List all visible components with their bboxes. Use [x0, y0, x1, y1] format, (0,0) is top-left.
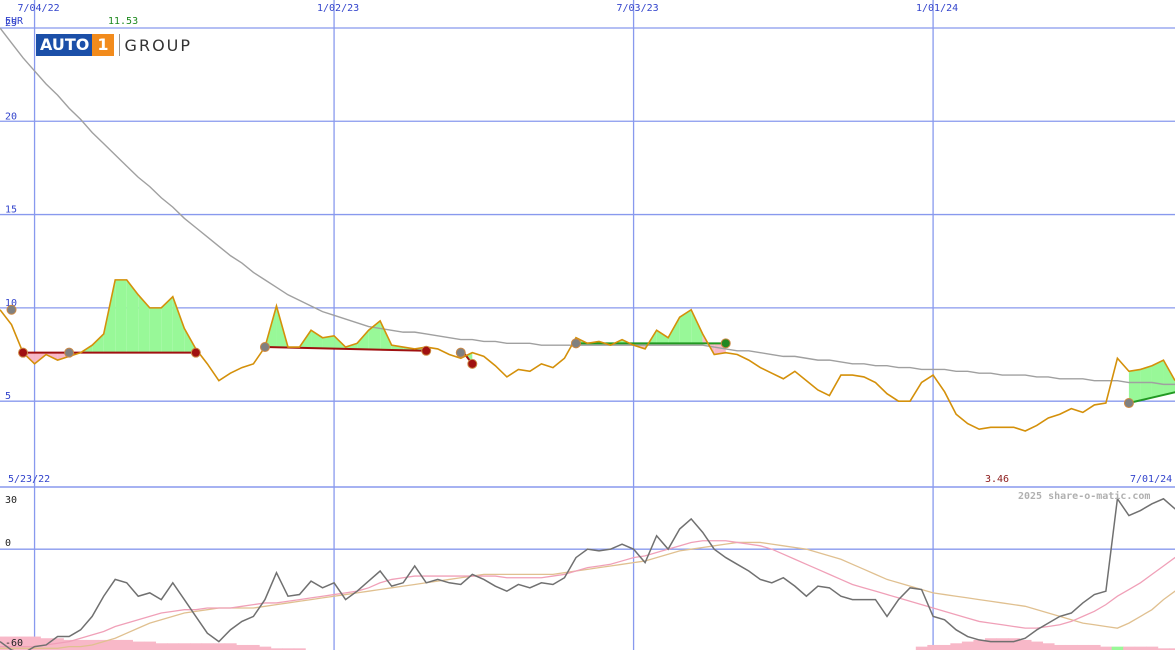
histogram-bar-99: [1134, 646, 1147, 650]
logo-word: AUTO: [36, 34, 93, 56]
histogram-bar-21: [236, 644, 249, 650]
signal-marker-6: [455, 347, 466, 358]
histogram-bar-18: [201, 643, 214, 650]
histogram-bar-90: [1031, 641, 1044, 650]
histogram-bar-13: [143, 641, 157, 650]
price-tick-label-15: 15: [5, 205, 17, 216]
histogram-bar-15: [167, 643, 180, 650]
histogram-bar-91: [1042, 643, 1055, 650]
histogram-bar-10: [109, 639, 122, 650]
signal-marker-9: [720, 338, 731, 349]
start-date-label: 5/23/22: [8, 474, 51, 485]
histogram-bar-93: [1065, 644, 1078, 650]
chart-svg: 5101520257/04/22 1/02/23 7/03/23 1/01/24300…: [0, 0, 1175, 654]
signal-marker-4: [259, 342, 270, 353]
signal-marker-0: [6, 304, 17, 315]
histogram-bar-12: [132, 641, 145, 650]
histogram-bar-84: [961, 641, 974, 650]
date-tick-label-1: 1/02/23: [317, 3, 359, 14]
histogram-bar-11: [120, 639, 133, 650]
company-logo: AUTO 1 GROUP: [36, 33, 192, 57]
histogram-bar-23: [259, 646, 272, 650]
signal-marker-7: [467, 358, 478, 369]
oscillator-oscillator-line: [0, 496, 1175, 654]
histogram-bar-22: [247, 644, 260, 650]
histogram-bar-96: [1100, 646, 1113, 650]
signal-marker-3: [190, 347, 201, 358]
oscillator-tick-label-30: 30: [5, 495, 17, 506]
price-tick-label-20: 20: [5, 111, 17, 122]
low-value-label: 3.46: [985, 474, 1010, 485]
trend-fill-1-27: [311, 330, 323, 349]
trend-fill-0-14: [161, 296, 173, 353]
signal-marker-1: [18, 347, 29, 358]
price-line: [0, 279, 1175, 432]
histogram-bar-81: [927, 644, 940, 650]
histogram-bar-98: [1123, 646, 1136, 650]
histogram-bar-95: [1088, 644, 1101, 650]
histogram-bar-92: [1054, 644, 1067, 650]
histogram-bar-97: [1111, 646, 1124, 650]
end-date-label: 7/01/24: [1130, 474, 1173, 485]
histogram-bar-20: [224, 643, 237, 650]
trend-fill-0-13: [149, 307, 162, 353]
histogram-bar-14: [155, 643, 168, 650]
signal-marker-2: [64, 347, 75, 358]
oscillator-tick-label-0: 0: [5, 538, 11, 549]
currency-label: EUR: [5, 16, 24, 27]
chart-area: 5 10 15 20 25 7/04/22 1/02/23 7/03/23 1/01/24 30 0…: [0, 0, 1175, 654]
histogram-bar-85: [973, 639, 986, 650]
histogram-bar-80: [915, 646, 928, 650]
histogram-bar-82: [938, 644, 951, 650]
date-tick-label-3: 1/01/24: [916, 3, 958, 14]
histogram-bar-16: [178, 643, 191, 650]
trend-fill-4-98: [1128, 369, 1141, 404]
price-tick-label-5: 5: [5, 391, 11, 402]
oscillator-average-slow-line: [0, 541, 1175, 649]
peak-value-label: 11.53: [108, 16, 139, 27]
histogram-bar-7: [74, 639, 87, 650]
histogram-bar-17: [190, 643, 203, 650]
histogram-bar-87: [996, 638, 1009, 650]
signal-marker-5: [421, 345, 432, 356]
histogram-bar-89: [1019, 639, 1032, 650]
signal-marker-10: [1123, 398, 1134, 409]
trend-fill-0-12: [138, 294, 150, 353]
histogram-bar-86: [984, 638, 997, 650]
logo-group-text: GROUP: [124, 35, 193, 55]
logo-digit: 1: [92, 34, 114, 56]
trend-fill-0-10: [115, 279, 127, 353]
trend-fill-3-59: [679, 309, 692, 344]
histogram-bar-83: [950, 643, 963, 650]
trend-fill-0-11: [126, 279, 139, 353]
oscillator-average-fast-line: [0, 540, 1175, 648]
histogram-bar-100: [1146, 646, 1159, 650]
histogram-bar-19: [213, 643, 226, 650]
signal-marker-8: [570, 338, 581, 349]
date-tick-label-2: 7/03/23: [617, 3, 659, 14]
date-tick-label-0: 7/04/22: [17, 3, 59, 14]
logo-separator: [118, 34, 120, 56]
watermark: 2025 share-o-matic.com: [1018, 491, 1151, 502]
histogram-bar-94: [1077, 644, 1090, 650]
